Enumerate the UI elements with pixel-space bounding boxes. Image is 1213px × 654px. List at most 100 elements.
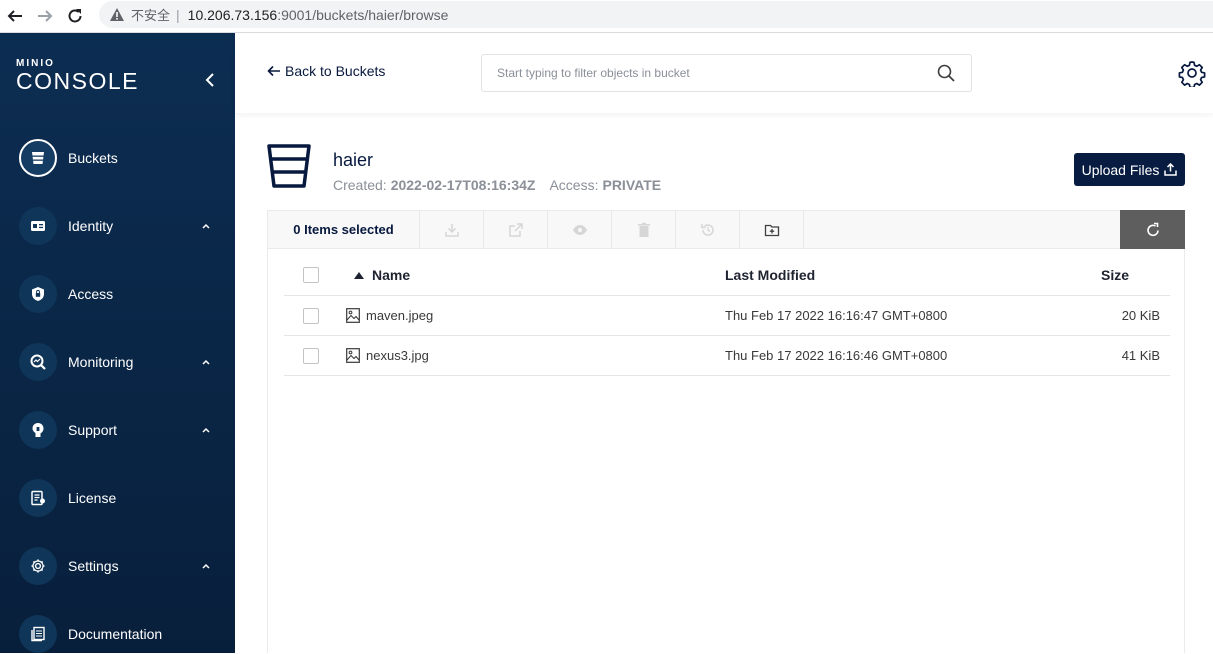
insecure-label: 不安全 (131, 8, 171, 23)
upload-icon (1164, 163, 1178, 176)
minio-console-logo[interactable]: MINIO CONSOLE (16, 59, 139, 94)
refresh-icon (1146, 222, 1159, 236)
sidebar-item-support[interactable]: Support (19, 410, 219, 450)
file-size: 41 KiB (1121, 348, 1160, 363)
url-separator: | (176, 6, 180, 23)
sidebar-item-settings[interactable]: Settings (19, 546, 219, 586)
sidebar-item-label: License (68, 490, 117, 506)
row-checkbox[interactable] (303, 307, 319, 324)
chevron-up-icon (202, 563, 210, 569)
arrow-left-icon (267, 65, 280, 77)
monitoring-icon (19, 343, 57, 381)
collapse-sidebar-icon[interactable] (200, 70, 220, 90)
new-folder-button[interactable] (740, 211, 804, 248)
access-label: Access: (549, 177, 599, 193)
license-icon (19, 479, 57, 517)
created-value: 2022-02-17T08:16:34Z (390, 177, 536, 193)
sidebar-item-label: Documentation (68, 626, 163, 642)
sidebar-item-access[interactable]: Access (19, 274, 219, 314)
trash-icon (637, 222, 650, 237)
url-path: :9001/buckets/haier/browse (277, 6, 449, 23)
sidebar: MINIO CONSOLE Buckets Identity Access Mo… (0, 33, 235, 653)
search-input[interactable] (482, 55, 936, 91)
gear-icon (19, 547, 57, 585)
file-size: 20 KiB (1121, 308, 1160, 323)
sidebar-item-license[interactable]: License (19, 478, 219, 518)
items-selected-count: 0 Items selected (268, 211, 420, 248)
browser-reload-button[interactable] (60, 1, 90, 31)
top-header: Back to Buckets (235, 33, 1213, 113)
new-folder-icon (764, 224, 779, 236)
preview-button[interactable] (548, 211, 612, 248)
settings-gear-icon[interactable] (1178, 59, 1206, 87)
column-size-header[interactable]: Size (1101, 267, 1129, 283)
reload-icon (68, 9, 82, 23)
chevron-up-icon (202, 427, 210, 433)
sidebar-item-label: Identity (68, 218, 114, 234)
browser-toolbar: 不安全 | 10.206.73.156 :9001/buckets/haier/… (0, 0, 1213, 33)
access-value: PRIVATE (602, 177, 662, 193)
sidebar-item-label: Access (68, 286, 114, 302)
table-row[interactable]: maven.jpeg Thu Feb 17 2022 16:16:47 GMT+… (284, 296, 1170, 336)
bucket-meta: Created: 2022-02-17T08:16:34Z Access: PRIVA… (333, 177, 661, 193)
rewind-button[interactable] (676, 211, 740, 248)
share-icon (508, 222, 523, 237)
download-button[interactable] (420, 211, 484, 248)
back-to-buckets-label: Back to Buckets (285, 63, 386, 79)
browser-forward-button[interactable] (30, 1, 60, 31)
documentation-icon (19, 615, 57, 653)
chevron-up-icon (202, 223, 210, 229)
sidebar-item-buckets[interactable]: Buckets (19, 138, 219, 178)
sidebar-item-documentation[interactable]: Documentation (19, 614, 219, 654)
file-modified: Thu Feb 17 2022 16:16:47 GMT+0800 (725, 308, 948, 323)
browser-back-button[interactable] (0, 1, 30, 31)
bucket-icon (267, 144, 311, 188)
sidebar-item-monitoring[interactable]: Monitoring (19, 342, 219, 382)
sort-ascending-icon (354, 271, 364, 279)
upload-files-label: Upload Files (1081, 161, 1160, 178)
image-file-icon (346, 308, 360, 323)
select-all-checkbox[interactable] (303, 267, 319, 283)
url-host: 10.206.73.156 (187, 6, 278, 23)
column-modified-header[interactable]: Last Modified (725, 267, 815, 283)
sidebar-item-label: Settings (68, 558, 119, 574)
back-to-buckets-link[interactable]: Back to Buckets (267, 63, 385, 79)
table-row[interactable]: nexus3.jpg Thu Feb 17 2022 16:16:46 GMT+… (284, 336, 1170, 376)
column-name-label: Name (372, 267, 411, 283)
history-icon (700, 223, 714, 236)
bucket-icon (19, 139, 57, 177)
refresh-button[interactable] (1120, 210, 1185, 249)
file-name: maven.jpeg (366, 308, 434, 323)
column-name-header[interactable]: Name (346, 267, 410, 283)
created-label: Created: (333, 177, 387, 193)
identity-card-icon (19, 207, 57, 245)
warning-icon (110, 7, 124, 21)
file-name-cell: nexus3.jpg (346, 348, 429, 363)
share-button[interactable] (484, 211, 548, 248)
download-icon (444, 223, 459, 237)
address-bar[interactable]: 不安全 | 10.206.73.156 :9001/buckets/haier/… (99, 1, 1213, 28)
search-icon[interactable] (936, 63, 956, 83)
eye-icon (572, 224, 587, 235)
sidebar-item-label: Buckets (68, 150, 118, 166)
file-modified: Thu Feb 17 2022 16:16:46 GMT+0800 (725, 348, 948, 363)
object-filter-search (481, 54, 972, 92)
chevron-up-icon (202, 359, 210, 365)
image-file-icon (346, 348, 360, 363)
sidebar-item-label: Support (68, 422, 118, 438)
object-list: Name Last Modified Size maven.jpeg Thu F… (267, 249, 1185, 653)
lock-icon (19, 275, 57, 313)
table-header: Name Last Modified Size (284, 255, 1170, 296)
delete-button[interactable] (612, 211, 676, 248)
sidebar-item-identity[interactable]: Identity (19, 206, 219, 246)
row-checkbox[interactable] (303, 347, 319, 364)
arrow-right-icon (38, 10, 53, 22)
arrow-left-icon (7, 10, 22, 22)
logo-console: CONSOLE (16, 68, 139, 94)
file-name: nexus3.jpg (366, 348, 429, 363)
file-name-cell: maven.jpeg (346, 308, 433, 323)
sidebar-item-label: Monitoring (68, 354, 134, 370)
upload-files-button[interactable]: Upload Files (1074, 153, 1185, 186)
support-icon (19, 411, 57, 449)
bucket-name: haier (333, 150, 374, 170)
